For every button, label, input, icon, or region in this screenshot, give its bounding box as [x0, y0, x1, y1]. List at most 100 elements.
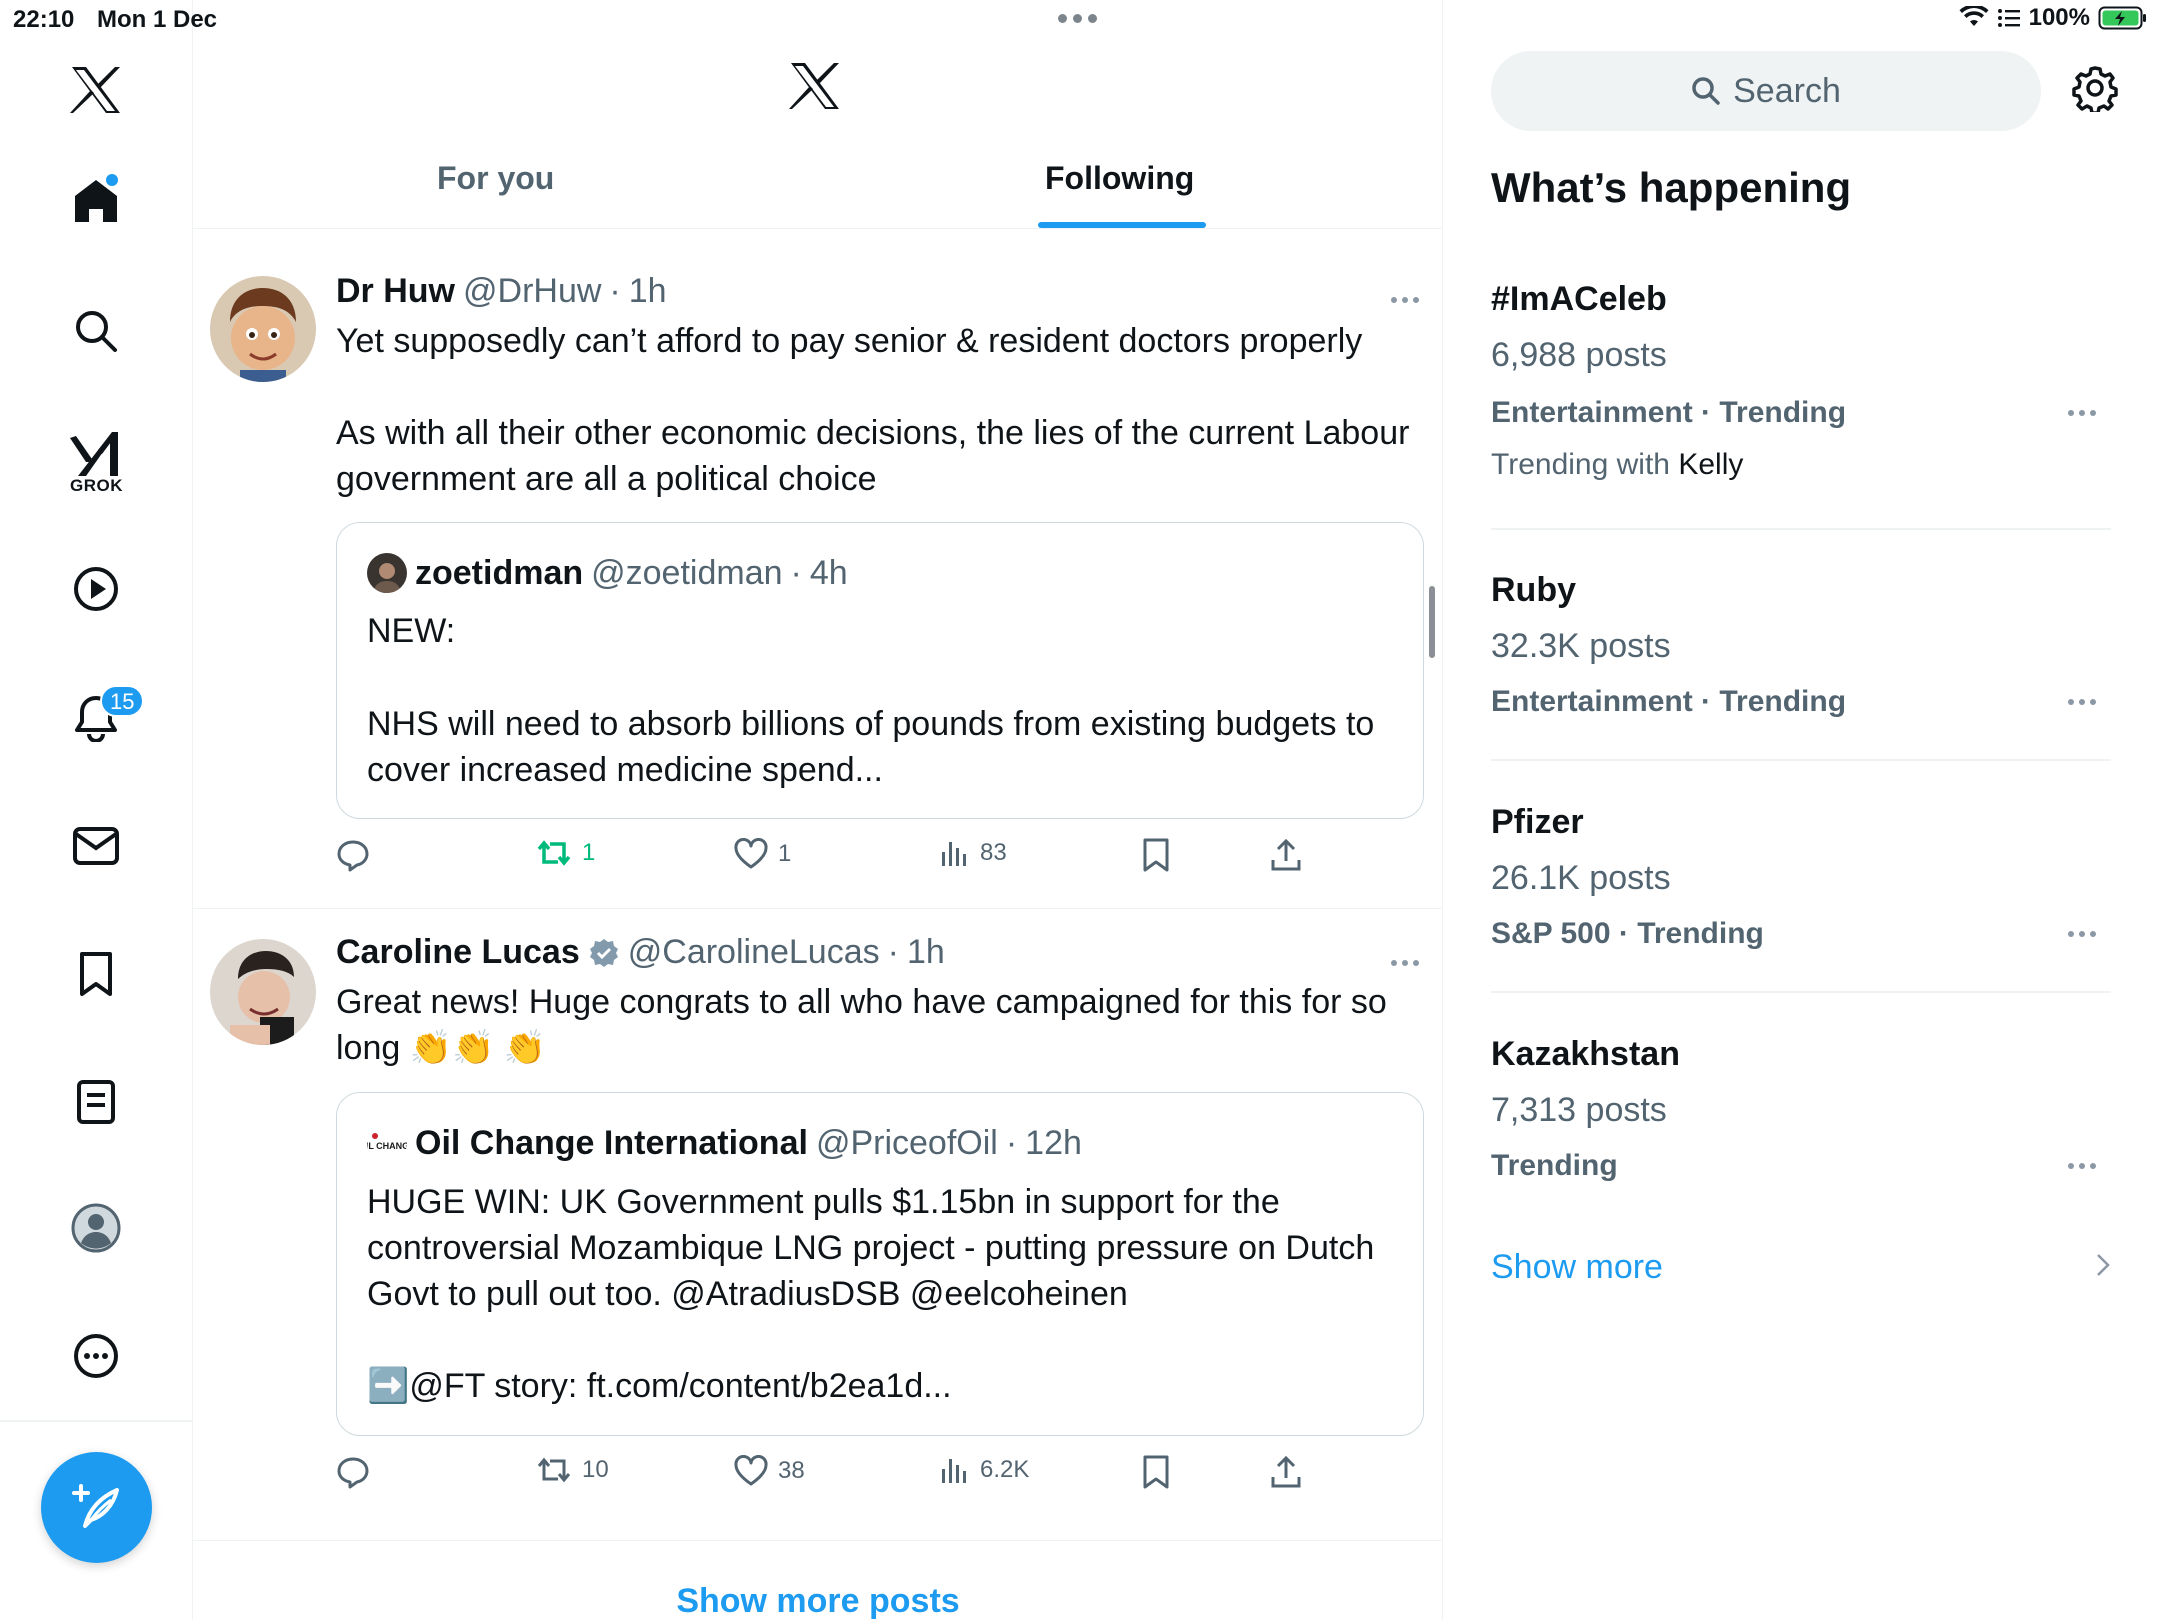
post-more-icon[interactable] [1391, 953, 1431, 973]
share-button[interactable] [1270, 1455, 1302, 1489]
quoted-author[interactable]: Oil Change International [415, 1124, 808, 1163]
heart-icon [734, 838, 768, 869]
quoted-post[interactable]: zoetidman @zoetidman · 4h NEW: NHS will … [336, 522, 1424, 819]
show-more-link[interactable]: Show more [1491, 1248, 1663, 1287]
nav-more[interactable] [58, 1318, 134, 1394]
nav-home[interactable] [58, 163, 134, 239]
grok-label: GROK [70, 476, 123, 495]
views-button[interactable]: 83 [940, 838, 1007, 868]
post-caroline-lucas[interactable]: Caroline Lucas @CarolineLucas · 1h Great… [193, 909, 1442, 1541]
trend-post-count: 32.3K posts [1491, 627, 1671, 665]
share-icon [1271, 838, 1301, 871]
tab-following[interactable]: Following [1045, 160, 1194, 197]
gear-icon[interactable] [2071, 64, 2119, 112]
nav-divider [0, 1420, 193, 1422]
show-more-posts-link[interactable]: Show more posts [193, 1582, 1442, 1620]
reply-icon [337, 1457, 369, 1489]
post-author[interactable]: Caroline Lucas [336, 933, 580, 972]
nav-bookmarks[interactable] [58, 936, 134, 1012]
trend-divider [1491, 991, 2111, 993]
whats-happening-title: What’s happening [1491, 164, 1852, 211]
status-time: 22:10 [13, 6, 75, 33]
search-placeholder: Search [1733, 71, 1841, 110]
repost-icon [537, 840, 571, 866]
nav-messages[interactable] [58, 808, 134, 884]
nav-video[interactable] [58, 551, 134, 627]
status-indicators: 100% [1959, 4, 2148, 32]
post-time[interactable]: 1h [907, 933, 945, 972]
trend-context-name: Kelly [1678, 448, 1744, 481]
post-more-icon[interactable] [1391, 290, 1431, 310]
tab-for-you[interactable]: For you [437, 160, 554, 197]
quoted-separator: · [1005, 1123, 1018, 1162]
reply-button[interactable] [336, 838, 380, 872]
trend-more-icon[interactable] [2068, 1163, 2096, 1169]
repost-count: 1 [582, 839, 596, 866]
quoted-text: NEW: [367, 612, 456, 650]
post-handle[interactable]: @DrHuw [463, 272, 601, 311]
quoted-text: HUGE WIN: UK Government pulls $1.15bn in… [367, 1183, 1375, 1313]
post-separator: · [609, 272, 621, 310]
mail-icon [73, 827, 119, 865]
compose-button[interactable] [41, 1452, 152, 1563]
trend-item[interactable]: #ImACeleb 6,988 posts Entertainment · Tr… [1491, 280, 2111, 530]
trend-item[interactable]: Ruby 32.3K posts Entertainment · Trendin… [1491, 571, 2111, 761]
chevron-right-icon [2097, 1254, 2110, 1276]
focus-list-icon [1997, 9, 2020, 27]
post-handle[interactable]: @CarolineLucas [628, 933, 880, 972]
bookmark-button[interactable] [1142, 838, 1170, 872]
share-button[interactable] [1270, 838, 1302, 872]
quoted-text: NHS will need to absorb billions of poun… [367, 705, 1375, 789]
like-button[interactable]: 38 [734, 1455, 805, 1487]
quoted-time[interactable]: 12h [1025, 1124, 1082, 1163]
reply-button[interactable] [336, 1455, 380, 1489]
view-count: 6.2K [980, 1456, 1030, 1483]
trend-more-icon[interactable] [2068, 699, 2096, 705]
bookmark-icon [1143, 838, 1169, 872]
avatar-dr-huw[interactable] [210, 276, 316, 382]
quoted-handle[interactable]: @zoetidman [591, 554, 782, 593]
trend-divider [1491, 528, 2111, 530]
trend-context: Trending with Kelly [1491, 448, 1743, 482]
quoted-author[interactable]: zoetidman [415, 554, 583, 593]
quoted-handle[interactable]: @PriceofOil [816, 1124, 998, 1163]
multitasking-dots-icon[interactable] [1058, 14, 1097, 23]
trend-category: Entertainment · Trending [1491, 396, 1847, 429]
scrollbar-thumb[interactable] [1429, 586, 1435, 658]
trend-category: S&P 500 · Trending [1491, 917, 1764, 950]
post-text: Yet supposedly can’t afford to pay senio… [336, 322, 1363, 360]
trend-item[interactable]: Pfizer 26.1K posts S&P 500 · Trending [1491, 803, 2111, 993]
quoted-time[interactable]: 4h [810, 554, 848, 593]
nav-profile[interactable] [58, 1190, 134, 1266]
trend-item[interactable]: Kazakhstan 7,313 posts Trending [1491, 1035, 2111, 1195]
post-separator: · [887, 933, 899, 971]
trend-name: Kazakhstan [1491, 1035, 1680, 1073]
search-input[interactable]: Search [1491, 51, 2041, 131]
post-time[interactable]: 1h [629, 272, 667, 311]
trend-more-icon[interactable] [2068, 931, 2096, 937]
active-tab-indicator [1038, 222, 1206, 228]
bookmark-button[interactable] [1142, 1455, 1170, 1489]
trend-more-icon[interactable] [2068, 410, 2096, 416]
quoted-post[interactable]: OIL CHANGE Oil Change International @Pri… [336, 1092, 1424, 1436]
repost-button[interactable]: 1 [536, 838, 595, 868]
nav-explore[interactable] [58, 293, 134, 369]
repost-button[interactable]: 10 [536, 1455, 609, 1485]
left-navigation: GROK 15 [0, 0, 193, 1620]
quoted-separator: · [790, 553, 802, 592]
trend-category: Trending [1491, 1149, 1618, 1182]
post-text: Great news! Huge congrats to all who hav… [336, 983, 1387, 1067]
like-button[interactable]: 1 [734, 838, 791, 870]
nav-x-logo[interactable] [58, 52, 134, 128]
avatar-caroline-lucas[interactable] [210, 939, 316, 1045]
nav-lists[interactable] [58, 1064, 134, 1140]
views-button[interactable]: 6.2K [940, 1455, 1029, 1485]
post-author[interactable]: Dr Huw [336, 272, 455, 311]
trend-post-count: 7,313 posts [1491, 1091, 1667, 1129]
trend-name: #ImACeleb [1491, 280, 1667, 318]
battery-charging-icon [2098, 6, 2146, 30]
trend-name: Ruby [1491, 571, 1576, 609]
bookmark-icon [80, 952, 112, 996]
post-dr-huw[interactable]: Dr Huw @DrHuw · 1h Yet supposedly can’t … [193, 246, 1442, 909]
x-logo-icon[interactable] [789, 62, 841, 110]
